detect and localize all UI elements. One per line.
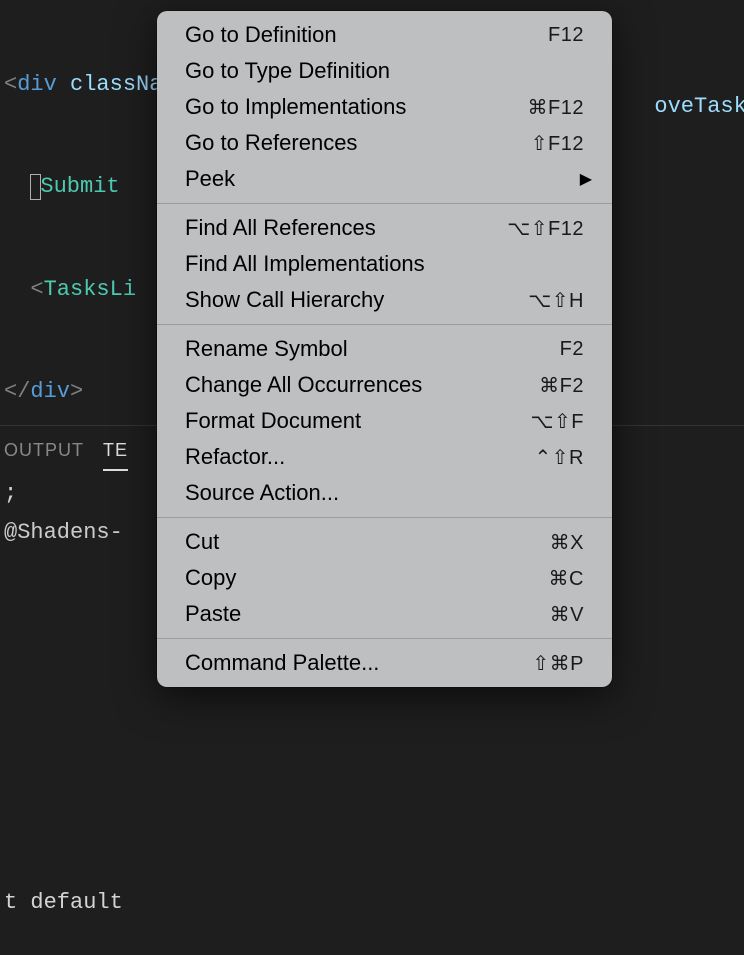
menu-find-all-implementations[interactable]: Find All Implementations [157,246,612,282]
menu-source-action[interactable]: Source Action... [157,475,612,511]
menu-format-document[interactable]: Format Document ⌥⇧F [157,403,612,439]
menu-show-call-hierarchy[interactable]: Show Call Hierarchy ⌥⇧H [157,282,612,318]
menu-goto-references[interactable]: Go to References ⇧F12 [157,125,612,161]
tab-output[interactable]: OUTPUT [4,440,84,461]
menu-separator [157,324,612,325]
menu-find-all-references[interactable]: Find All References ⌥⇧F12 [157,210,612,246]
menu-separator [157,517,612,518]
context-menu: Go to Definition F12 Go to Type Definiti… [157,11,612,687]
menu-goto-type-definition[interactable]: Go to Type Definition [157,53,612,89]
menu-refactor[interactable]: Refactor... ⌃⇧R [157,439,612,475]
menu-goto-definition[interactable]: Go to Definition F12 [157,17,612,53]
menu-copy[interactable]: Copy ⌘C [157,560,612,596]
menu-paste[interactable]: Paste ⌘V [157,596,612,632]
terminal-prompt[interactable]: @Shadens- [4,520,123,545]
menu-separator [157,638,612,639]
menu-rename-symbol[interactable]: Rename Symbol F2 [157,331,612,367]
menu-separator [157,203,612,204]
code-fragment-right: oveTask={t [628,69,744,119]
menu-cut[interactable]: Cut ⌘X [157,524,612,560]
menu-goto-implementations[interactable]: Go to Implementations ⌘F12 [157,89,612,125]
menu-peek[interactable]: Peek ▶ [157,161,612,197]
tab-terminal[interactable]: TE [103,440,128,471]
chevron-right-icon: ▶ [580,169,592,189]
menu-change-all-occurrences[interactable]: Change All Occurrences ⌘F2 [157,367,612,403]
menu-command-palette[interactable]: Command Palette... ⇧⌘P [157,645,612,681]
